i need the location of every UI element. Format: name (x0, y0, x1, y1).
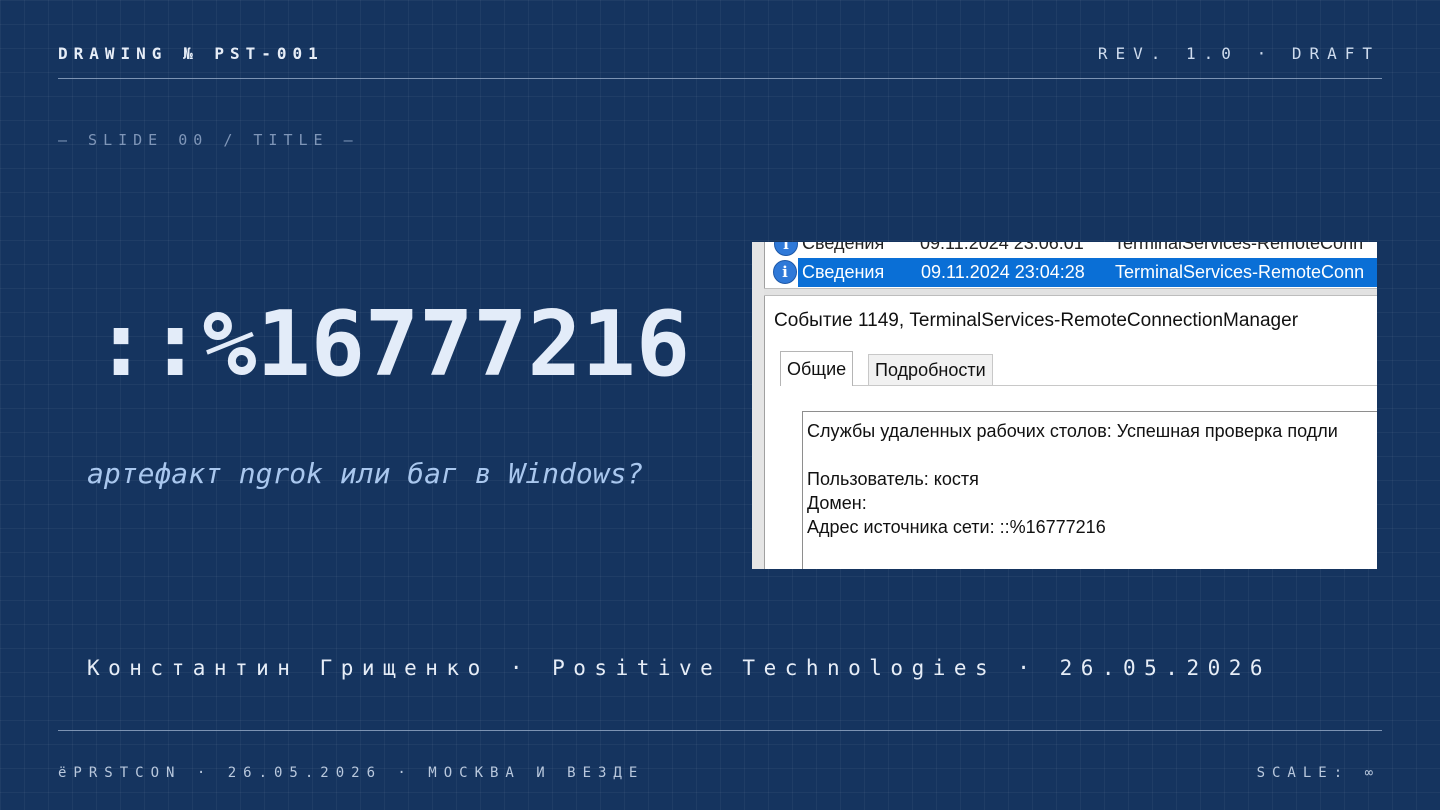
slide-title: ::%16777216 (94, 292, 691, 397)
event-list-row: i Сведения 09.11.2024 23:06:01 TerminalS… (766, 242, 1377, 257)
header-rule (58, 78, 1382, 79)
info-icon: i (774, 242, 798, 256)
event-list-row-selected: Сведения 09.11.2024 23:04:28 TerminalSer… (798, 258, 1377, 287)
event-source: TerminalServices-RemoteConn (1115, 262, 1365, 282)
message-user: Пользователь: костя (807, 469, 979, 489)
message-domain: Домен: (807, 493, 867, 513)
tab-divider (780, 385, 1377, 386)
event-level: Сведения (802, 262, 885, 282)
tab-details: Подробности (868, 354, 993, 386)
slide-subtitle: артефакт ngrok или баг в Windows? (87, 457, 644, 490)
author-line: Константин Грищенко · Positive Technolog… (87, 656, 1272, 680)
event-viewer-screenshot: i Сведения 09.11.2024 23:06:01 TerminalS… (752, 242, 1377, 569)
footer-scale: SCALE: ∞ (1256, 765, 1380, 781)
pane-splitter (764, 288, 1377, 296)
message-address: Адрес источника сети: ::%16777216 (807, 517, 1106, 537)
message-line: Службы удаленных рабочих столов: Успешна… (807, 421, 1338, 441)
event-title: Событие 1149, TerminalServices-RemoteCon… (774, 310, 1299, 331)
drawing-number: DRAWING № PST-001 (58, 44, 324, 63)
footer-event: ёPRSTCON · 26.05.2026 · МОСКВА И ВЕЗДЕ (58, 765, 645, 781)
footer-rule (58, 730, 1382, 731)
tab-general: Общие (780, 351, 854, 386)
event-source: TerminalServices-RemoteConn (1114, 242, 1364, 253)
slide-label: — SLIDE 00 / TITLE — (58, 131, 359, 149)
revision-label: REV. 1.0 · DRAFT (1097, 44, 1380, 63)
info-icon: i (773, 260, 797, 284)
event-level: Сведения (802, 242, 885, 253)
event-datetime: 09.11.2024 23:04:28 (921, 262, 1085, 282)
event-datetime: 09.11.2024 23:06:01 (920, 242, 1084, 253)
